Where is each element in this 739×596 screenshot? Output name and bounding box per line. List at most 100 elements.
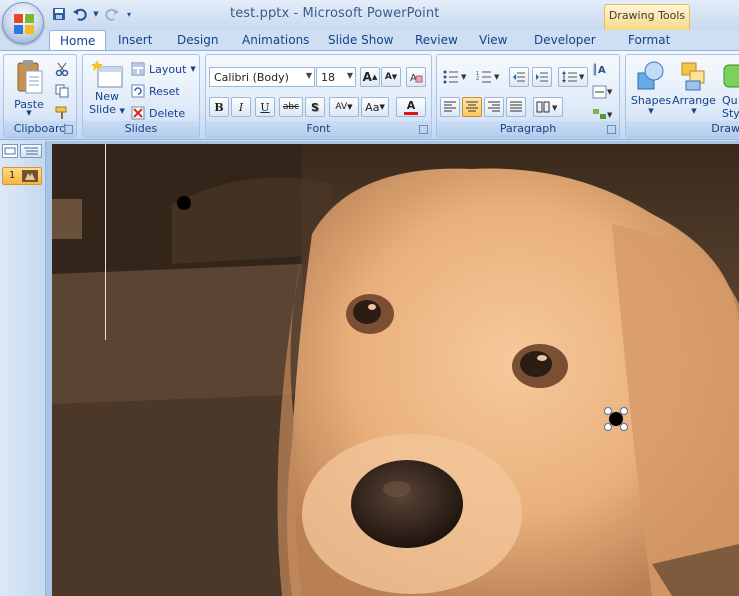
svg-text:▼: ▼ — [494, 73, 500, 81]
paragraph-group-label: Paragraph — [437, 121, 619, 137]
slide-canvas[interactable] — [52, 144, 739, 596]
dog-photo[interactable] — [52, 144, 739, 596]
tab-home[interactable]: Home — [49, 30, 107, 50]
shapes-button[interactable]: Shapes ▼ — [630, 59, 672, 115]
new-slide-icon — [91, 60, 123, 88]
font-name-dropdown-icon[interactable]: ▼ — [306, 71, 312, 80]
delete-button[interactable]: Delete — [131, 103, 185, 123]
office-button[interactable] — [2, 2, 44, 44]
outline-tab-icon[interactable] — [20, 144, 42, 158]
cut-icon[interactable] — [52, 59, 72, 79]
quick-styles-button[interactable]: Qu Style — [718, 59, 739, 120]
align-right-icon[interactable] — [484, 97, 504, 117]
tab-design[interactable]: Design — [177, 30, 218, 50]
tab-insert[interactable]: Insert — [118, 30, 152, 50]
save-icon[interactable] — [50, 5, 68, 23]
align-center-icon[interactable] — [462, 97, 482, 117]
resize-handle-bottom-right[interactable] — [620, 423, 628, 431]
line-spacing-icon[interactable]: ▼ — [558, 67, 588, 87]
office-logo-icon — [14, 14, 34, 34]
font-size-dropdown-icon[interactable]: ▼ — [347, 71, 353, 80]
customize-toolbar-icon[interactable]: ▾ — [124, 5, 134, 23]
decrease-indent-icon[interactable] — [509, 67, 529, 87]
new-slide-label-1: New — [95, 90, 119, 103]
svg-text:▼: ▼ — [607, 111, 613, 119]
drawing-group: Shapes ▼ Arrange ▼ Qu Style Draw — [625, 54, 739, 138]
grow-font-label: A — [362, 70, 372, 84]
drawing-group-label: Draw — [626, 121, 739, 137]
character-spacing-button[interactable]: AV ▼ — [329, 97, 359, 117]
clear-formatting-icon[interactable]: A — [406, 67, 426, 87]
tab-format[interactable]: Format — [628, 30, 670, 50]
align-text-icon[interactable]: ▼ — [590, 82, 616, 102]
bold-button[interactable]: B — [209, 97, 229, 117]
resize-handle-bottom-left[interactable] — [604, 423, 612, 431]
resize-handle-top-left[interactable] — [604, 407, 612, 415]
svg-text:║A: ║A — [592, 63, 606, 76]
paragraph-dialog-launcher[interactable] — [607, 125, 616, 134]
bullets-icon[interactable]: ▼ — [440, 67, 470, 87]
font-color-label: A — [406, 98, 416, 112]
columns-icon[interactable]: ▼ — [533, 97, 563, 117]
tab-animations[interactable]: Animations — [242, 30, 309, 50]
svg-text:▼: ▼ — [579, 73, 585, 81]
font-group: Calibri (Body) ▼ 18 ▼ A ▲ A ▼ A B I U abc … — [205, 54, 432, 138]
slide-thumbnail-selected[interactable]: 1 — [2, 167, 42, 185]
clipboard-dialog-launcher[interactable] — [64, 125, 73, 134]
text-direction-icon[interactable]: ║A — [590, 59, 616, 79]
shapes-dropdown-icon: ▼ — [648, 107, 654, 115]
justify-icon[interactable] — [506, 97, 526, 117]
character-spacing-label: AV — [335, 102, 348, 112]
arrange-label: Arrange — [672, 94, 716, 107]
font-color-button[interactable]: A — [396, 97, 426, 117]
tab-slide-show[interactable]: Slide Show — [328, 30, 393, 50]
grow-font-button[interactable]: A ▲ — [360, 67, 380, 87]
selected-dot-shape[interactable] — [604, 407, 628, 431]
underline-button[interactable]: U — [255, 97, 275, 117]
shapes-label: Shapes — [630, 94, 672, 107]
align-left-icon[interactable] — [440, 97, 460, 117]
reset-label: Reset — [149, 84, 180, 98]
slides-group-label: Slides — [83, 121, 199, 137]
font-size-combo[interactable]: 18 ▼ — [316, 67, 356, 87]
black-dot-shape[interactable] — [177, 196, 191, 210]
font-dialog-launcher[interactable] — [419, 125, 428, 134]
tab-view[interactable]: View — [479, 30, 507, 50]
ribbon: Paste ▼ Clipboard New Slide ▼ Layout ▼ R… — [0, 50, 739, 140]
strikethrough-button[interactable]: abc — [279, 97, 303, 117]
font-size-value: 18 — [321, 71, 335, 84]
shrink-font-button[interactable]: A ▼ — [381, 67, 401, 87]
resize-handle-top-right[interactable] — [620, 407, 628, 415]
shadow-button[interactable]: S — [305, 97, 325, 117]
delete-label: Delete — [149, 106, 186, 120]
undo-dropdown-icon[interactable]: ▼ — [92, 5, 100, 23]
layout-icon — [131, 62, 145, 76]
clipboard-group: Paste ▼ Clipboard — [3, 54, 77, 138]
increase-indent-icon[interactable] — [532, 67, 552, 87]
layout-button[interactable]: Layout ▼ — [131, 59, 196, 79]
reset-icon — [131, 84, 145, 98]
undo-icon[interactable] — [71, 5, 89, 23]
ribbon-tabs: Home Insert Design Animations Slide Show… — [0, 26, 739, 50]
arrange-button[interactable]: Arrange ▼ — [672, 59, 716, 115]
font-name-combo[interactable]: Calibri (Body) ▼ — [209, 67, 315, 87]
quick-styles-label-2: Style — [722, 107, 739, 120]
paste-button[interactable]: Paste ▼ — [8, 59, 50, 117]
italic-button[interactable]: I — [231, 97, 251, 117]
slide-number: 1 — [9, 170, 16, 181]
tab-review[interactable]: Review — [415, 30, 458, 50]
slides-tab-icon[interactable] — [2, 144, 18, 158]
redo-icon[interactable] — [103, 5, 121, 23]
copy-icon[interactable] — [52, 81, 72, 101]
paste-icon — [17, 60, 43, 94]
svg-text:2: 2 — [476, 76, 479, 82]
tab-developer[interactable]: Developer — [534, 30, 596, 50]
change-case-button[interactable]: Aa ▼ — [361, 97, 389, 117]
reset-button[interactable]: Reset — [131, 81, 180, 101]
slide-thumbnail-image — [22, 170, 38, 182]
svg-text:▼: ▼ — [552, 104, 558, 112]
numbering-icon[interactable]: 1 2 ▼ — [473, 67, 503, 87]
format-painter-icon[interactable] — [52, 103, 72, 123]
quick-styles-icon — [723, 64, 739, 88]
new-slide-button[interactable]: New Slide ▼ — [87, 59, 127, 116]
